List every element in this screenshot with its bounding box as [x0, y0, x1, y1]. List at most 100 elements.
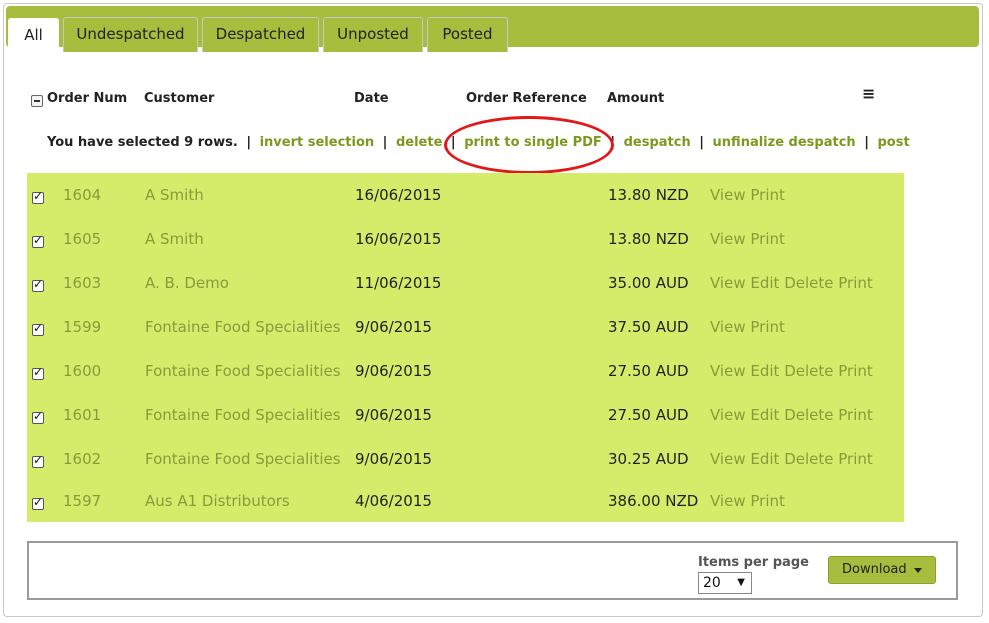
tab-despatched[interactable]: Despatched [202, 17, 319, 52]
despatch-link[interactable]: despatch [624, 135, 691, 150]
separator: | [450, 135, 456, 150]
tab-all[interactable]: All [8, 18, 59, 53]
order-number-link[interactable]: 1600 [63, 362, 101, 380]
separator: | [864, 135, 869, 150]
row-checkbox[interactable] [32, 495, 44, 510]
tab-unposted[interactable]: Unposted [323, 17, 423, 52]
download-button[interactable]: Download [828, 556, 936, 584]
customer-link[interactable]: Fontaine Food Specialities [145, 362, 341, 380]
customer-link[interactable]: A Smith [145, 186, 204, 204]
view-link[interactable]: View [710, 450, 750, 468]
order-amount: 386.00 NZD [608, 492, 699, 510]
row-checkbox[interactable] [32, 365, 44, 380]
customer-link[interactable]: Fontaine Food Specialities [145, 406, 341, 424]
pagination-footer: Items per page 20 ▼ Download [27, 541, 958, 600]
separator: | [610, 135, 616, 150]
order-number-link[interactable]: 1597 [63, 492, 101, 510]
header-order-num[interactable]: Order Num [47, 91, 127, 106]
table-row[interactable]: 1597 Aus A1 Distributors 4/06/2015 386.0… [27, 479, 904, 523]
row-actions: View Edit Delete Print [710, 274, 873, 292]
table-row[interactable]: 1604 A Smith 16/06/2015 13.80 NZD View P… [27, 173, 904, 217]
caret-down-icon [914, 568, 922, 573]
order-number-link[interactable]: 1601 [63, 406, 101, 424]
post-link[interactable]: post [877, 135, 909, 150]
print-link[interactable]: Print [838, 362, 873, 380]
header-date[interactable]: Date [354, 91, 389, 106]
view-link[interactable]: View [710, 362, 750, 380]
row-actions: View Print [710, 318, 785, 336]
invert-selection-link[interactable]: invert selection [260, 135, 375, 150]
edit-link[interactable]: Edit [750, 274, 784, 292]
print-link[interactable]: Print [750, 186, 785, 204]
delete-link[interactable]: Delete [784, 450, 838, 468]
hamburger-menu-icon[interactable]: ≡ [862, 86, 876, 102]
order-date: 9/06/2015 [355, 450, 432, 468]
order-amount: 13.80 NZD [608, 186, 689, 204]
row-checkbox[interactable] [32, 409, 44, 424]
row-checkbox[interactable] [32, 453, 44, 468]
edit-link[interactable]: Edit [750, 450, 784, 468]
row-checkbox[interactable] [32, 233, 44, 248]
tab-undespatched[interactable]: Undespatched [63, 17, 198, 52]
print-link[interactable]: Print [838, 406, 873, 424]
order-date: 11/06/2015 [355, 274, 442, 292]
view-link[interactable]: View [710, 274, 750, 292]
order-amount: 37.50 AUD [608, 318, 689, 336]
print-link[interactable]: Print [750, 318, 785, 336]
order-number-link[interactable]: 1605 [63, 230, 101, 248]
print-link[interactable]: Print [838, 274, 873, 292]
order-amount: 27.50 AUD [608, 406, 689, 424]
table-row[interactable]: 1605 A Smith 16/06/2015 13.80 NZD View P… [27, 217, 904, 261]
selection-message: You have selected 9 rows. [47, 135, 238, 150]
view-link[interactable]: View [710, 406, 750, 424]
edit-link[interactable]: Edit [750, 362, 784, 380]
edit-link[interactable]: Edit [750, 406, 784, 424]
unfinalize-despatch-link[interactable]: unfinalize despatch [713, 135, 856, 150]
view-link[interactable]: View [710, 186, 750, 204]
order-date: 9/06/2015 [355, 406, 432, 424]
view-link[interactable]: View [710, 230, 750, 248]
header-amount[interactable]: Amount [607, 91, 664, 106]
delete-link[interactable]: Delete [784, 406, 838, 424]
customer-link[interactable]: Fontaine Food Specialities [145, 450, 341, 468]
row-actions: View Print [710, 492, 785, 510]
table-row[interactable]: 1601 Fontaine Food Specialities 9/06/201… [27, 393, 904, 437]
customer-link[interactable]: A Smith [145, 230, 204, 248]
tab-posted[interactable]: Posted [427, 17, 508, 52]
select-all-checkbox[interactable] [31, 95, 43, 107]
table-row[interactable]: 1603 A. B. Demo 11/06/2015 35.00 AUD Vie… [27, 261, 904, 305]
delete-link[interactable]: Delete [784, 362, 838, 380]
separator: | [699, 135, 705, 150]
table-row[interactable]: 1602 Fontaine Food Specialities 9/06/201… [27, 437, 904, 481]
customer-link[interactable]: Fontaine Food Specialities [145, 318, 341, 336]
order-number-link[interactable]: 1604 [63, 186, 101, 204]
order-number-link[interactable]: 1599 [63, 318, 101, 336]
order-amount: 35.00 AUD [608, 274, 689, 292]
delete-link[interactable]: delete [396, 135, 442, 150]
view-link[interactable]: View [710, 318, 750, 336]
print-link[interactable]: Print [750, 492, 785, 510]
table-row[interactable]: 1600 Fontaine Food Specialities 9/06/201… [27, 349, 904, 393]
header-order-reference[interactable]: Order Reference [466, 91, 587, 106]
customer-link[interactable]: A. B. Demo [145, 274, 229, 292]
row-checkbox[interactable] [32, 189, 44, 204]
row-actions: View Print [710, 186, 785, 204]
table-row[interactable]: 1599 Fontaine Food Specialities 9/06/201… [27, 305, 904, 349]
row-checkbox[interactable] [32, 321, 44, 336]
order-number-link[interactable]: 1603 [63, 274, 101, 292]
row-actions: View Edit Delete Print [710, 450, 873, 468]
selection-bar: You have selected 9 rows. | invert selec… [47, 135, 910, 150]
customer-link[interactable]: Aus A1 Distributors [145, 492, 290, 510]
print-link[interactable]: Print [838, 450, 873, 468]
view-link[interactable]: View [710, 492, 750, 510]
separator: | [382, 135, 388, 150]
row-checkbox[interactable] [32, 277, 44, 292]
order-number-link[interactable]: 1602 [63, 450, 101, 468]
print-link[interactable]: Print [750, 230, 785, 248]
order-amount: 13.80 NZD [608, 230, 689, 248]
delete-link[interactable]: Delete [784, 274, 838, 292]
header-customer[interactable]: Customer [144, 91, 214, 106]
items-per-page-select[interactable]: 20 ▼ [698, 572, 752, 594]
separator: | [246, 135, 252, 150]
print-to-single-pdf-link[interactable]: print to single PDF [464, 135, 602, 150]
